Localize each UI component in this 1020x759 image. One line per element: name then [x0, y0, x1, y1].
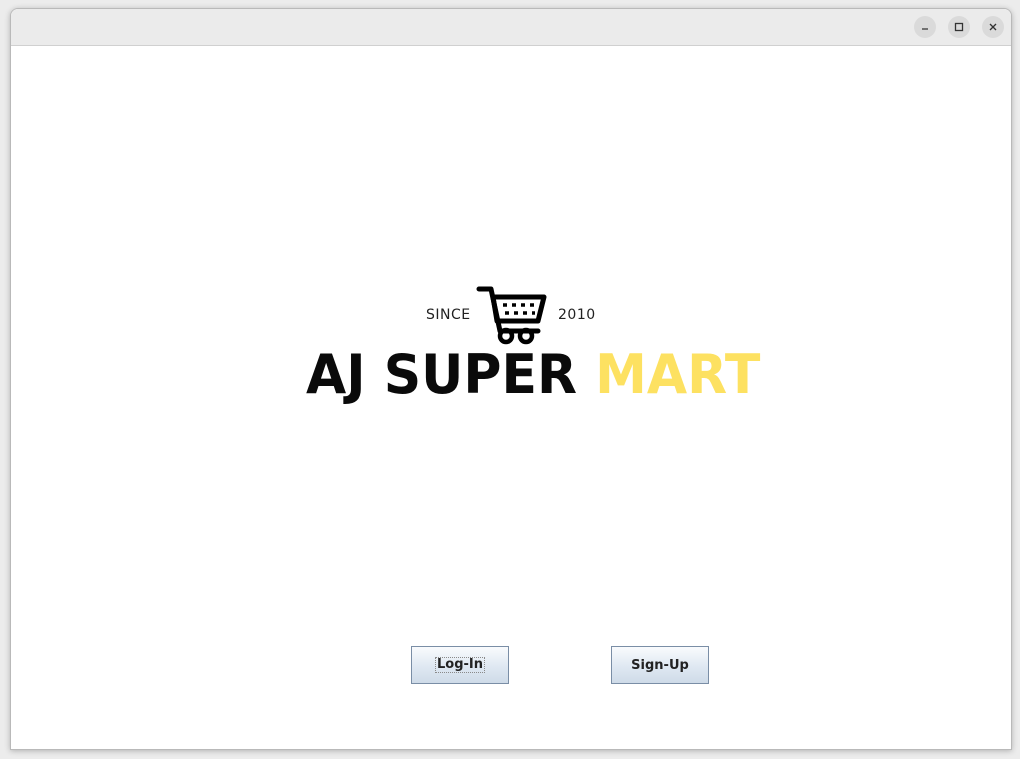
signup-button[interactable]: Sign-Up: [611, 646, 709, 684]
close-icon: [989, 23, 997, 31]
logo-since-text: SINCE: [426, 307, 471, 323]
login-button[interactable]: Log-In: [411, 646, 509, 684]
login-button-label: Log-In: [434, 657, 485, 673]
main-content: SINCE 2010 AJ SUPER MART Log-In Sign-Up: [11, 46, 1011, 749]
title-bar[interactable]: [11, 9, 1011, 46]
app-window: SINCE 2010 AJ SUPER MART Log-In Sign-Up: [10, 8, 1012, 750]
minimize-icon: [922, 28, 928, 30]
maximize-icon: [954, 22, 964, 32]
signup-button-label: Sign-Up: [631, 657, 689, 673]
brand-name: AJ SUPER MART: [306, 341, 760, 408]
logo-year-text: 2010: [558, 307, 596, 323]
maximize-button[interactable]: [948, 16, 970, 38]
brand-name-accent: MART: [595, 343, 761, 407]
shopping-cart-icon: [476, 286, 547, 345]
close-button[interactable]: [982, 16, 1004, 38]
store-logo: SINCE 2010 AJ SUPER MART: [306, 283, 760, 408]
brand-name-dark: AJ SUPER: [306, 343, 578, 407]
minimize-button[interactable]: [914, 16, 936, 38]
